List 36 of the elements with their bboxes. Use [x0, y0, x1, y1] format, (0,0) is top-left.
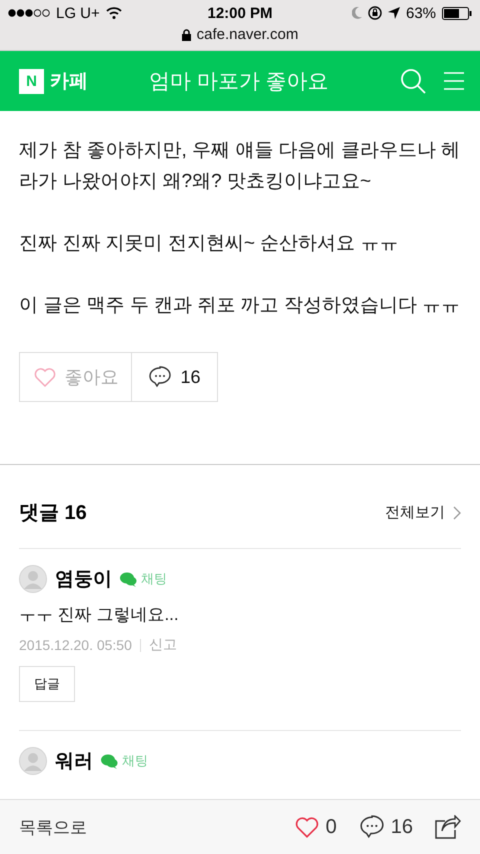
comment-count-button[interactable]: 16 — [132, 352, 218, 402]
clock-time: 12:00 PM — [207, 4, 273, 22]
comments-heading: 댓글 16 — [19, 501, 87, 526]
back-to-list-link[interactable]: 목록으로 — [19, 816, 294, 838]
lock-icon — [182, 28, 191, 40]
comment-author[interactable]: 염둥이 — [55, 566, 112, 592]
avatar-icon — [19, 565, 47, 593]
comment-text: ㅜㅜ 진짜 그렇네요... — [19, 604, 180, 626]
comment-author[interactable]: 워러 — [55, 748, 93, 774]
post-paragraph: 제가 참 좋아하지만, 우째 얘들 다음에 클라우드나 헤라가 나왔어야지 왜?왜? 맛쵸킹이냐고요~ — [19, 139, 461, 194]
battery-percent: 63% — [406, 4, 436, 22]
chevron-right-icon — [453, 506, 461, 520]
view-all-link[interactable]: 전체보기 — [385, 503, 461, 522]
rotation-lock-icon — [368, 6, 382, 20]
menu-icon[interactable] — [444, 71, 464, 91]
like-count[interactable]: 0 — [326, 816, 337, 838]
location-arrow-icon — [388, 7, 400, 19]
url-text[interactable]: cafe.naver.com — [196, 26, 298, 43]
avatar-icon — [19, 747, 47, 775]
search-icon[interactable] — [400, 68, 426, 94]
chat-bubbles-icon — [101, 754, 118, 768]
speech-bubble-icon — [148, 365, 172, 389]
chat-bubbles-icon — [120, 572, 137, 586]
share-icon[interactable] — [435, 815, 461, 839]
battery-icon — [442, 6, 472, 20]
moon-icon — [352, 7, 362, 19]
speech-bubble-icon — [358, 814, 385, 840]
post-paragraph: 진짜 진짜 지못미 전지현씨~ 순산하셔요 ㅠㅠ — [19, 232, 400, 256]
heart-icon — [32, 365, 56, 389]
post-paragraph: 이 글은 맥주 두 캔과 쥐포 까고 작성하였습니다 ㅠㅠ — [19, 294, 461, 318]
signal-icon — [8, 9, 50, 17]
comment-date: 2015.12.20. 05:50 — [19, 637, 132, 653]
carrier-name: LG U+ — [56, 4, 100, 22]
reply-button[interactable]: 답글 — [19, 666, 75, 702]
comment-count[interactable]: 16 — [390, 816, 413, 838]
wifi-icon — [106, 7, 122, 19]
